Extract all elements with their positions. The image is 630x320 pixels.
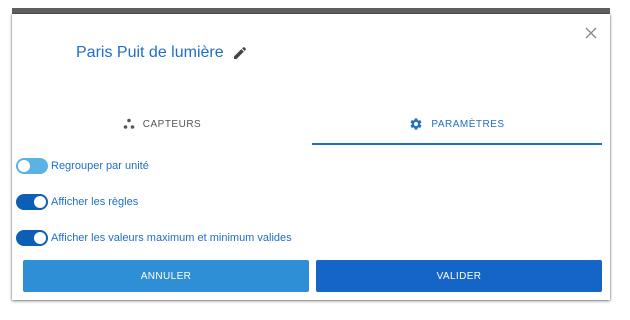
tab-sensors[interactable]: CAPTEURS (12, 104, 312, 144)
group-by-unit-label: Regrouper par unité (51, 160, 149, 172)
toggle-knob (34, 232, 46, 244)
toggle-knob (34, 196, 46, 208)
tab-bar: CAPTEURS PARAMÈTRES (12, 104, 610, 145)
active-tab-indicator (312, 143, 602, 145)
show-min-max-toggle[interactable] (16, 230, 48, 246)
show-rules-toggle[interactable] (16, 194, 48, 210)
dialog-title: Paris Puit de lumière (76, 44, 224, 61)
validate-button[interactable]: VALIDER (316, 260, 602, 292)
group-by-unit-setting: Regrouper par unité (16, 158, 149, 174)
show-min-max-setting: Afficher les valeurs maximum et minimum … (16, 230, 292, 246)
tab-sensors-label: CAPTEURS (142, 118, 202, 130)
show-rules-label: Afficher les règles (51, 196, 139, 208)
sensors-icon (123, 118, 135, 129)
tab-settings-label: PARAMÈTRES (431, 118, 505, 130)
gear-icon (410, 118, 422, 130)
show-rules-setting: Afficher les règles (16, 194, 138, 210)
settings-dialog: Paris Puit de lumière CAPTEURS PARAMÈTRE… (12, 14, 610, 300)
toggle-knob (18, 160, 30, 172)
cancel-button[interactable]: ANNULER (23, 260, 309, 292)
pencil-icon[interactable] (232, 45, 248, 61)
close-icon[interactable] (584, 26, 598, 40)
dialog-header: Paris Puit de lumière (76, 44, 248, 62)
show-min-max-label: Afficher les valeurs maximum et minimum … (51, 232, 292, 244)
group-by-unit-toggle[interactable] (16, 158, 48, 174)
tab-settings[interactable]: PARAMÈTRES (312, 104, 602, 144)
